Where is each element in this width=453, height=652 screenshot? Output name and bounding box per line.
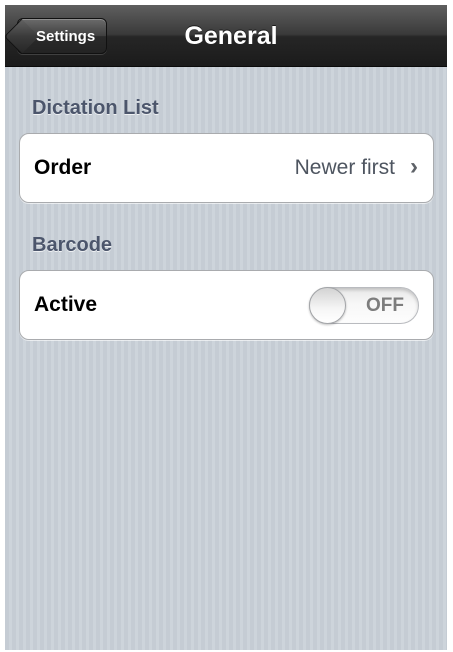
section-header-barcode: Barcode xyxy=(32,234,113,256)
active-toggle-switch[interactable]: OFF xyxy=(309,287,419,324)
navigation-bar: Settings General xyxy=(5,5,447,67)
section-header-dictation-list: Dictation List xyxy=(32,97,159,119)
chevron-right-icon: › xyxy=(410,153,418,180)
order-row[interactable]: Order Newer first › xyxy=(19,133,434,203)
toggle-state-label: OFF xyxy=(366,295,404,316)
order-label: Order xyxy=(34,156,92,179)
back-button[interactable]: Settings xyxy=(17,18,108,54)
active-row: Active OFF xyxy=(19,270,434,340)
active-label: Active xyxy=(34,293,98,316)
settings-screen: Settings General Dictation List Order Ne… xyxy=(5,5,447,650)
back-button-label: Settings xyxy=(36,27,96,45)
toggle-knob[interactable] xyxy=(309,287,346,324)
order-value: Newer first xyxy=(294,156,395,179)
